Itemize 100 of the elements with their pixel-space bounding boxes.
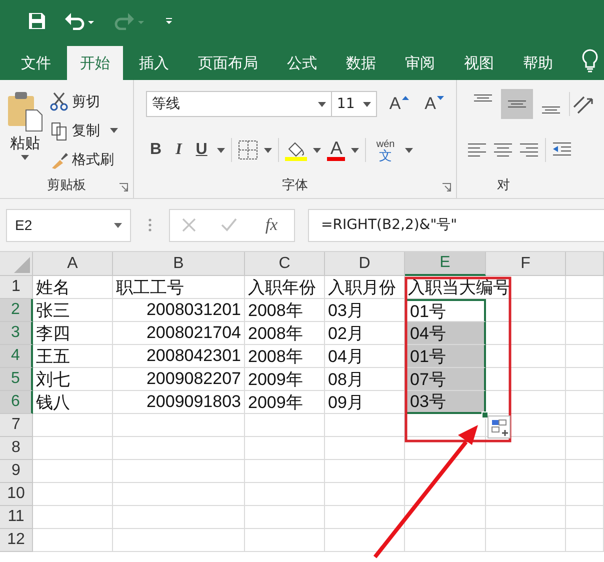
row-header[interactable]: 11 [0,506,33,529]
ribbon-tab[interactable]: 视图 [451,46,507,80]
row-header[interactable]: 5 [0,368,33,391]
autofill-options-icon[interactable] [488,416,510,438]
borders-icon[interactable] [238,140,258,160]
table-cell: 03月 [325,299,405,322]
caret-icon[interactable] [313,148,322,152]
table-cell [566,529,604,552]
table-cell: 李四 [33,322,113,345]
caret-icon[interactable] [404,148,413,152]
table-cell: 01号 [405,345,486,368]
row-header[interactable]: 2 [0,299,33,322]
ribbon-tab[interactable]: 审阅 [392,46,448,80]
row-header[interactable]: 12 [0,529,33,552]
insert-function-button[interactable]: fx [261,215,282,235]
lightbulb-icon[interactable] [581,49,599,73]
dialog-launcher-icon[interactable] [119,183,128,192]
align-lines-icon [507,100,527,108]
italic-button[interactable]: I [172,141,186,159]
row-header[interactable]: 9 [0,460,33,483]
table-cell [566,391,604,414]
column-header[interactable]: C [245,252,325,276]
table-cell [566,437,604,460]
group-label: 剪贴板 [47,177,86,194]
ribbon-tab[interactable]: 数据 [333,46,389,80]
name-box[interactable]: E2 [6,208,131,242]
bold-button[interactable]: B [146,141,166,159]
row-header[interactable]: 1 [0,276,33,299]
align-left-icon[interactable] [467,143,487,157]
font-name-field[interactable]: 等线 [146,91,332,117]
formula-field[interactable]: =RIGHT(B2,2)&"号" [308,208,604,242]
drag-handle-icon[interactable] [148,218,152,232]
caret-icon [110,128,118,133]
table-cell: 2008年 [245,345,325,368]
copy-button[interactable]: 复制 [48,117,120,144]
ribbon-tab[interactable]: 插入 [126,46,182,80]
column-header[interactable]: B [113,252,245,276]
caret-icon [363,102,372,106]
align-center-icon[interactable] [493,143,513,157]
table-cell: 2009年 [245,368,325,391]
fill-handle[interactable] [482,412,488,418]
table-cell: 07号 [405,368,486,391]
caret-icon[interactable] [217,148,226,152]
table-cell [566,322,604,345]
format-painter-button[interactable]: 格式刷 [48,146,120,173]
ribbon-tab[interactable]: 文件 [8,46,64,80]
undo-icon[interactable] [64,12,96,30]
font-size-field[interactable]: 11 [330,91,378,117]
table-cell: 王五 [33,345,113,368]
table-cell: 02月 [325,322,405,345]
table-cell: 职工工号 [113,276,245,299]
caret-icon [318,102,326,106]
column-header[interactable]: D [325,252,405,276]
ribbon-tab[interactable]: 公式 [274,46,330,80]
row-header[interactable]: 3 [0,322,33,345]
align-right-icon[interactable] [519,143,539,157]
table-cell: 入职月份 [325,276,405,299]
decrease-indent-icon[interactable] [552,142,572,158]
paste-button[interactable]: 粘贴 [4,88,46,176]
caret-icon[interactable] [264,148,272,152]
column-header[interactable]: F [486,252,566,276]
table-cell [566,299,604,322]
up-triangle-icon [402,96,409,100]
cut-button[interactable]: 剪切 [48,88,120,115]
caret-icon[interactable] [351,148,360,152]
row-header[interactable]: 10 [0,483,33,506]
dropdown-icon[interactable] [164,16,174,26]
table-cell: 钱八 [33,391,113,414]
table-cell: 2008年 [245,299,325,322]
table-cell: 刘七 [33,368,113,391]
column-header[interactable]: A [33,252,113,276]
row-header[interactable]: 4 [0,345,33,368]
ribbon-tab[interactable]: 页面布局 [185,46,271,80]
row-header[interactable]: 8 [0,437,33,460]
row-header[interactable]: 7 [0,414,33,437]
table-cell: 姓名 [33,276,113,299]
ribbon-tab[interactable]: 开始 [67,46,123,80]
vertical-align-button[interactable] [501,89,533,119]
row-header[interactable]: 6 [0,391,33,414]
grow-font-button[interactable]: A [385,94,413,114]
save-icon[interactable] [28,12,46,30]
ribbon-tab[interactable]: 帮助 [510,46,566,80]
underline-button[interactable]: U [192,141,212,159]
phonetic-button[interactable]: wén 文 [372,139,399,161]
font-color-button[interactable]: A [327,139,346,161]
column-header[interactable]: E [405,252,486,276]
shrink-font-button[interactable]: A [420,94,448,114]
table-cell: 03号 [405,391,486,414]
table-cell: 入职当大编号 [405,276,566,299]
group-label: 对 [497,177,510,194]
table-cell: 04号 [405,322,486,345]
table-cell: 2008年 [245,322,325,345]
table-cell: 04月 [325,345,405,368]
table-cell [566,345,604,368]
copy-icon [50,120,68,140]
table-cell: 2009年 [245,391,325,414]
align-lines-icon [541,106,561,114]
check-icon[interactable] [220,218,237,232]
dialog-launcher-icon[interactable] [442,183,451,192]
table-cell: 2009082207 [113,368,245,391]
